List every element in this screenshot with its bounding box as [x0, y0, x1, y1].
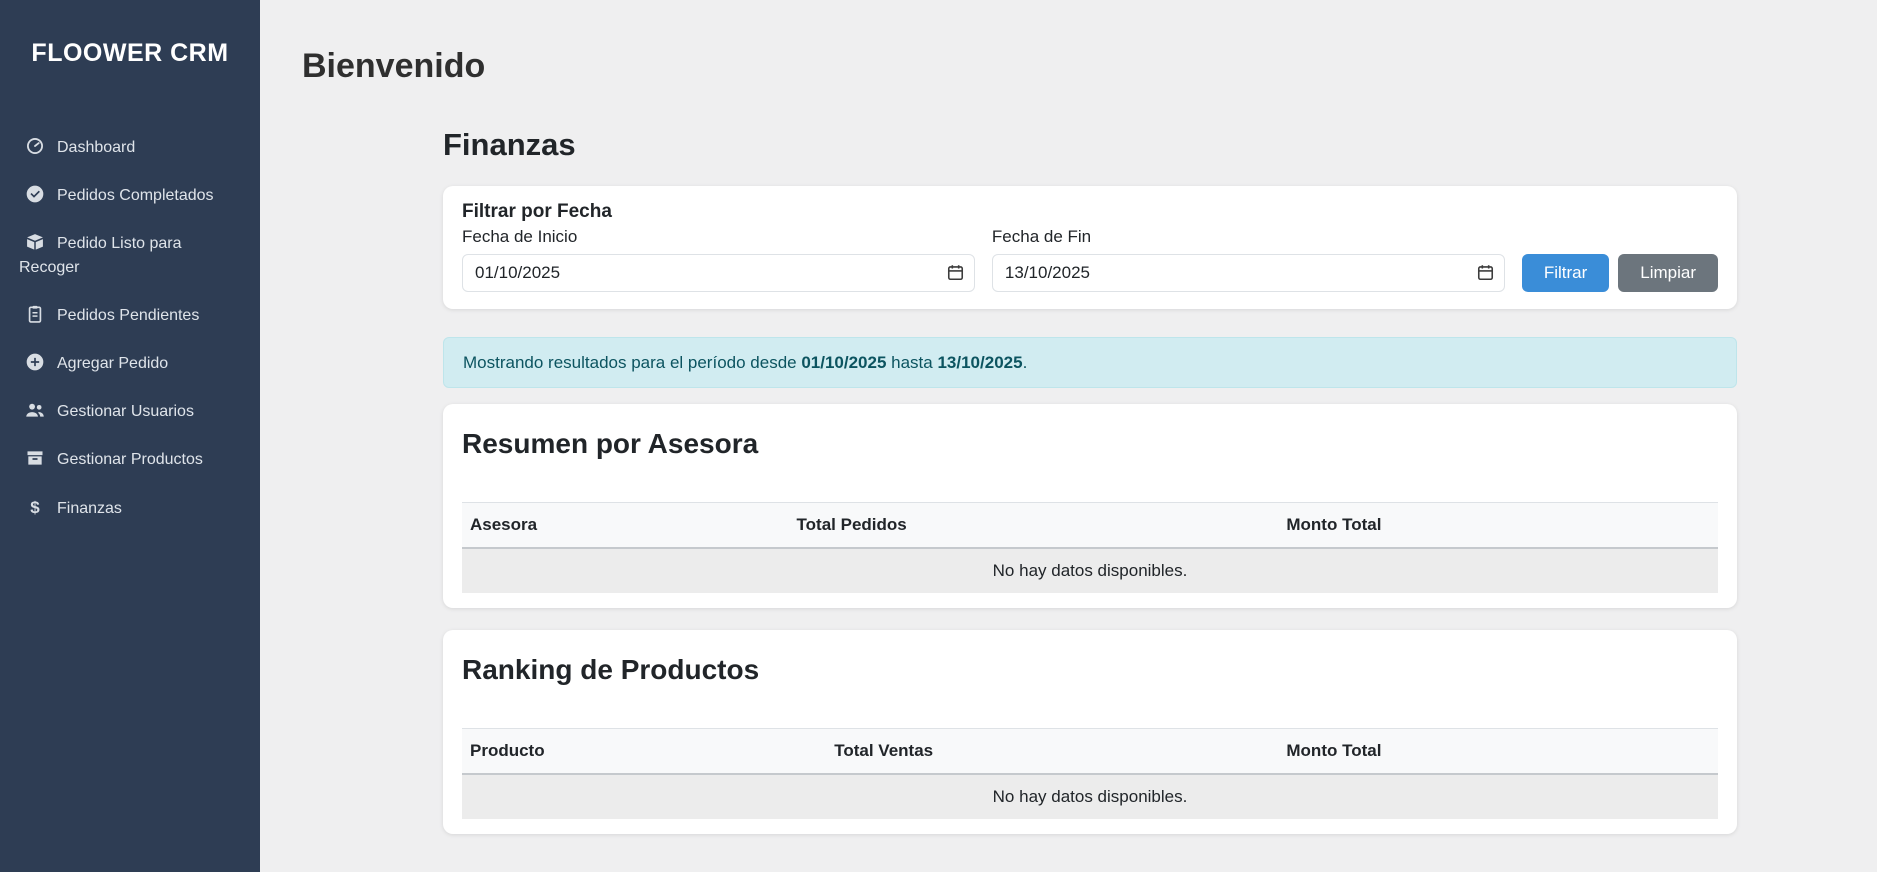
start-date-input[interactable]	[462, 254, 975, 292]
main-content: Bienvenido Finanzas Filtrar por Fecha Fe…	[260, 0, 1877, 872]
date-range-alert: Mostrando resultados para el período des…	[443, 337, 1737, 388]
sidebar-item-label: Pedidos Completados	[57, 187, 214, 204]
sidebar-item-agregar-pedido[interactable]: Agregar Pedido	[0, 340, 260, 388]
start-date-label: Fecha de Inicio	[462, 226, 975, 248]
end-date-field: Fecha de Fin	[992, 226, 1505, 292]
filter-buttons: Filtrar Limpiar	[1522, 254, 1718, 292]
sidebar-item-gestionar-usuarios[interactable]: Gestionar Usuarios	[0, 388, 260, 436]
sidebar-item-finanzas[interactable]: $ Finanzas	[0, 484, 260, 533]
filter-card: Filtrar por Fecha Fecha de Inicio Fecha …	[443, 186, 1737, 309]
start-date-wrap	[462, 254, 975, 292]
sidebar-nav: Dashboard Pedidos Completados Pedido Lis…	[0, 124, 260, 533]
alert-text: Mostrando resultados para el período des…	[463, 353, 801, 372]
ranking-empty-message: No hay datos disponibles.	[462, 774, 1718, 819]
sidebar-item-gestionar-productos[interactable]: Gestionar Productos	[0, 436, 260, 484]
alert-text: .	[1023, 353, 1028, 372]
dashboard-icon	[25, 136, 45, 156]
alert-text: hasta	[886, 353, 937, 372]
content-container: Finanzas Filtrar por Fecha Fecha de Inic…	[443, 126, 1737, 834]
app-title: FLOOWER CRM	[0, 0, 260, 68]
check-circle-icon	[25, 184, 45, 204]
dollar-icon: $	[25, 496, 45, 520]
end-date-wrap	[992, 254, 1505, 292]
sidebar-item-label: Pedidos Pendientes	[57, 307, 199, 324]
sidebar-item-pedido-listo-para-recoger[interactable]: Pedido Listo para Recoger	[0, 220, 260, 292]
sidebar-item-label: Gestionar Productos	[57, 451, 203, 468]
summary-card: Resumen por Asesora Asesora Total Pedido…	[443, 404, 1737, 608]
sidebar: FLOOWER CRM Dashboard Pedidos Completado…	[0, 0, 260, 872]
sidebar-item-dashboard[interactable]: Dashboard	[0, 124, 260, 172]
clear-button[interactable]: Limpiar	[1618, 254, 1718, 292]
sidebar-item-pedidos-pendientes[interactable]: Pedidos Pendientes	[0, 292, 260, 340]
filter-row: Fecha de Inicio Fecha de Fin	[462, 226, 1718, 292]
ranking-col-total-ventas: Total Ventas	[826, 729, 1278, 775]
box-open-icon	[25, 232, 45, 252]
summary-col-monto-total: Monto Total	[1278, 503, 1718, 549]
table-row: No hay datos disponibles.	[462, 774, 1718, 819]
end-date-label: Fecha de Fin	[992, 226, 1505, 248]
summary-col-asesora: Asesora	[462, 503, 789, 549]
sidebar-item-label: Finanzas	[57, 500, 122, 517]
summary-table: Asesora Total Pedidos Monto Total No hay…	[462, 502, 1718, 593]
alert-end-date: 13/10/2025	[937, 353, 1022, 372]
table-row: No hay datos disponibles.	[462, 548, 1718, 593]
summary-card-title: Resumen por Asesora	[462, 426, 1718, 462]
clipboard-icon	[25, 304, 45, 324]
page-title: Finanzas	[443, 126, 1737, 164]
summary-col-total-pedidos: Total Pedidos	[789, 503, 1279, 549]
filter-title: Filtrar por Fecha	[462, 200, 1718, 224]
welcome-heading: Bienvenido	[302, 46, 1877, 86]
plus-circle-icon	[25, 352, 45, 372]
filter-button[interactable]: Filtrar	[1522, 254, 1609, 292]
sidebar-item-label: Agregar Pedido	[57, 355, 168, 372]
ranking-card: Ranking de Productos Producto Total Vent…	[443, 630, 1737, 834]
ranking-card-title: Ranking de Productos	[462, 652, 1718, 688]
sidebar-item-label: Gestionar Usuarios	[57, 403, 194, 420]
summary-empty-message: No hay datos disponibles.	[462, 548, 1718, 593]
start-date-field: Fecha de Inicio	[462, 226, 975, 292]
ranking-table-header-row: Producto Total Ventas Monto Total	[462, 729, 1718, 775]
box-icon	[25, 448, 45, 468]
ranking-col-producto: Producto	[462, 729, 826, 775]
users-icon	[25, 400, 45, 420]
sidebar-item-pedidos-completados[interactable]: Pedidos Completados	[0, 172, 260, 220]
calendar-icon[interactable]	[946, 263, 965, 282]
calendar-icon[interactable]	[1476, 263, 1495, 282]
summary-table-header-row: Asesora Total Pedidos Monto Total	[462, 503, 1718, 549]
ranking-col-monto-total: Monto Total	[1278, 729, 1718, 775]
sidebar-item-label: Dashboard	[57, 139, 135, 156]
alert-start-date: 01/10/2025	[801, 353, 886, 372]
end-date-input[interactable]	[992, 254, 1505, 292]
ranking-table: Producto Total Ventas Monto Total No hay…	[462, 728, 1718, 819]
